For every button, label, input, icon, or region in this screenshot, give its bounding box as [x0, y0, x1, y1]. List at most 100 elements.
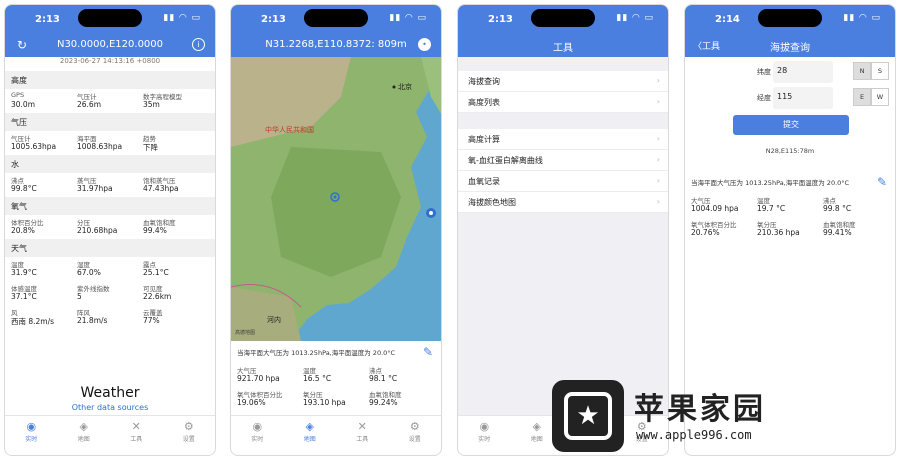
value-label: 云覆盖 — [143, 309, 163, 317]
tab-realtime[interactable]: ◉ 实时 — [231, 416, 284, 455]
edit-icon[interactable]: ✎ — [423, 345, 433, 359]
tool-list-item[interactable]: 海拔颜色地图 › — [458, 192, 668, 213]
gear-icon: ⚙ — [409, 420, 420, 433]
value-text: 20.8% — [11, 226, 35, 235]
value-text: 35m — [143, 100, 160, 109]
tool-label: 海拔查询 — [468, 77, 500, 86]
tools-icon: ✕ — [357, 420, 367, 433]
tools-group-2: 高度计算 › 氧-血红蛋白解离曲线 › 血氧记录 › 海拔颜色地图 › — [458, 129, 668, 213]
value-cell: 温度 31.9°C — [11, 257, 77, 281]
value-row: 氧气体积百分比 19.06% 氧分压 193.10 hpa 血氧饱和度 99.24% — [231, 387, 441, 411]
latitude-row: 纬度 28 N S — [685, 61, 895, 87]
tab-tools[interactable]: ✕ 工具 — [110, 416, 163, 455]
tab-realtime[interactable]: ◉ 实时 — [5, 416, 58, 455]
value-cell: 海平面 1008.63hpa — [77, 131, 143, 155]
tab-map[interactable]: ◈ 地图 — [284, 416, 337, 455]
ns-segment: N S — [853, 62, 889, 80]
value-label: 分压 — [77, 219, 90, 227]
tab-tools[interactable]: ✕ 工具 — [336, 416, 389, 455]
tools-icon: ✕ — [131, 420, 141, 433]
tab-realtime[interactable]: ◉ 实时 — [458, 416, 511, 455]
section-header: 气压 — [5, 113, 215, 131]
value-label: 沸点 — [369, 367, 382, 375]
weather-attribution: Weather Other data sources — [5, 385, 215, 412]
tool-list-item[interactable]: 高度计算 › — [458, 129, 668, 150]
value-text: 26.6m — [77, 100, 102, 109]
tool-label: 高度计算 — [468, 135, 500, 144]
value-label: 血氧饱和度 — [823, 221, 856, 229]
tab-label: 设置 — [182, 436, 195, 443]
value-text: 21.8m/s — [77, 316, 108, 325]
tab-map[interactable]: ◈ 地图 — [58, 416, 111, 455]
tool-list-item[interactable]: 氧-血红蛋白解离曲线 › — [458, 150, 668, 171]
value-label: 氧气体积百分比 — [237, 391, 283, 399]
value-row: 体积百分比 20.8% 分压 210.68hpa 血氧饱和度 99.4% — [5, 215, 215, 239]
info-icon[interactable]: i — [192, 38, 205, 51]
value-text: 31.9°C — [11, 268, 37, 277]
value-cell: 血氧饱和度 99.4% — [143, 215, 209, 239]
tab-label: 设置 — [408, 436, 421, 443]
nav-title: 海拔查询 — [770, 43, 810, 54]
value-row: 气压计 1005.63hpa 海平面 1008.63hpa 趋势 下降 — [5, 131, 215, 155]
status-bar: 2:14 ▮▮ ◠ ▭ — [685, 5, 895, 35]
value-cell: 云覆盖 77% — [143, 305, 209, 329]
value-cell: 分压 210.68hpa — [77, 215, 143, 239]
edit-icon[interactable]: ✎ — [877, 175, 887, 189]
tab-settings[interactable]: ⚙ 设置 — [163, 416, 216, 455]
note-text: 当海平面大气压为 1013.25hPa,海平面温度为 20.0°C — [691, 179, 850, 187]
value-label: 湿度 — [77, 261, 90, 269]
value-cell: 氧分压 193.10 hpa — [303, 387, 369, 411]
east-option[interactable]: E — [853, 88, 871, 106]
realtime-icon: ◉ — [479, 420, 490, 433]
note-text: 当海平面大气压为 1013.25hPa,海平面温度为 20.0°C — [237, 349, 396, 357]
tab-bar: ◉ 实时 ◈ 地图 ✕ 工具 ⚙ 设置 — [5, 415, 215, 455]
tab-label: 实时 — [25, 436, 38, 443]
map-icon: ◈ — [79, 420, 88, 433]
value-cell: 氧气体积百分比 19.06% — [237, 387, 303, 411]
tool-label: 氧-血红蛋白解离曲线 — [468, 156, 543, 165]
submit-button[interactable]: 提交 — [733, 115, 849, 135]
tab-label: 地图 — [530, 436, 543, 443]
south-option[interactable]: S — [871, 62, 889, 80]
map-values: 大气压 921.70 hpa 温度 16.5 °C 沸点 98.1 °C 氧气体积百分比 19… — [231, 363, 441, 411]
value-cell: 饱和蒸气压 47.43hpa — [143, 173, 209, 197]
notch — [304, 9, 368, 27]
tab-settings[interactable]: ⚙ 设置 — [389, 416, 442, 455]
status-indicators: ▮▮ ◠ ▭ — [616, 13, 654, 23]
other-data-sources-link[interactable]: Other data sources — [5, 403, 215, 412]
status-time: 2:13 — [35, 14, 60, 25]
locate-icon[interactable]: • — [418, 38, 431, 51]
map-label-hanoi: 河内 — [267, 316, 281, 324]
value-text: 99.24% — [369, 398, 398, 407]
map-view[interactable]: 北京 中华人民共和国 河内 高德地图 — [231, 57, 441, 341]
value-row: GPS 30.0m 气压计 26.6m 数字高程模型 35m — [5, 89, 215, 113]
north-option[interactable]: N — [853, 62, 871, 80]
west-option[interactable]: W — [871, 88, 889, 106]
apple-weather-logo: Weather — [80, 385, 140, 401]
value-text: 30.0m — [11, 100, 36, 109]
tool-list-item[interactable]: 海拔查询 › — [458, 71, 668, 92]
chevron-right-icon: › — [656, 97, 660, 106]
value-text: 210.68hpa — [77, 226, 118, 235]
value-label: 血氧饱和度 — [143, 219, 176, 227]
value-label: 风 — [11, 309, 18, 317]
nav-bar: 〈工具 海拔查询 — [685, 35, 895, 57]
notch — [78, 9, 142, 27]
tool-label: 高度列表 — [468, 98, 500, 107]
latitude-input[interactable]: 28 — [773, 61, 833, 83]
value-row: 氧气体积百分比 20.76% 氧分压 210.36 hpa 血氧饱和度 99.41% — [685, 217, 895, 241]
value-cell: 湿度 67.0% — [77, 257, 143, 281]
longitude-input[interactable]: 115 — [773, 87, 833, 109]
map-graphic — [231, 57, 441, 341]
phone-realtime: 2:13 ▮▮ ◠ ▭ ↻ N30.0000,E120.0000 i 2023-… — [4, 4, 216, 456]
tool-list-item[interactable]: 高度列表 › — [458, 92, 668, 113]
value-cell: 可见度 22.6km — [143, 281, 209, 305]
sea-level-note: 当海平面大气压为 1013.25hPa,海平面温度为 20.0°C ✎ — [685, 173, 895, 193]
value-cell: 氧气体积百分比 20.76% — [691, 217, 757, 241]
value-text: 5 — [77, 292, 82, 301]
status-indicators: ▮▮ ◠ ▭ — [389, 13, 427, 23]
section-header: 天气 — [5, 239, 215, 257]
nav-title: N31.2268,E110.8372: 809m — [265, 39, 407, 50]
tool-list-item[interactable]: 血氧记录 › — [458, 171, 668, 192]
value-row: 体感温度 37.1°C 紫外线指数 5 可见度 22.6km — [5, 281, 215, 305]
